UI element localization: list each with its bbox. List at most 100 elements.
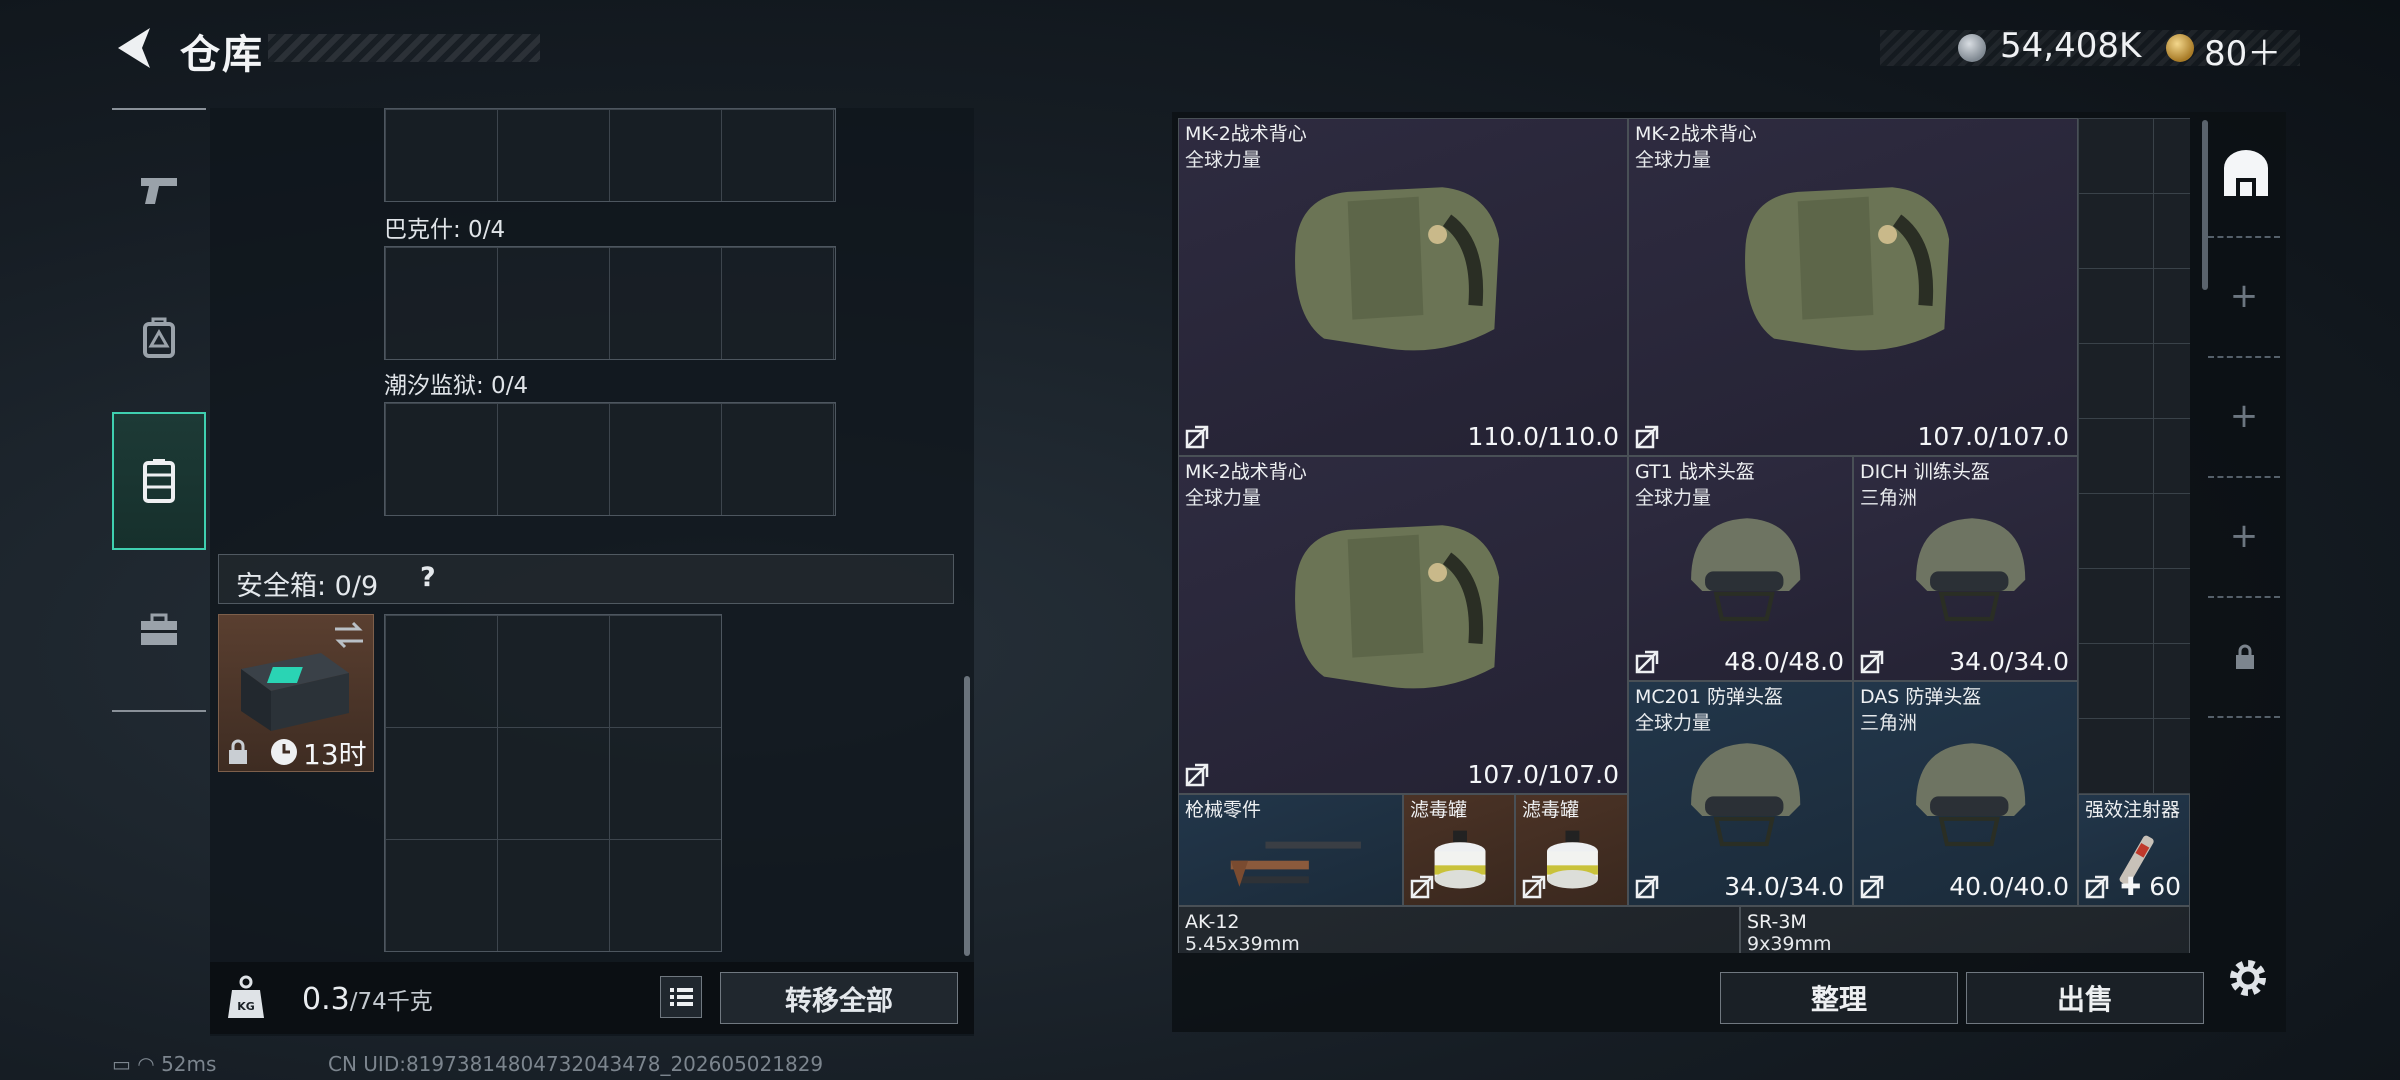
- add-page-button[interactable]: +: [2222, 514, 2266, 558]
- stash-item[interactable]: GT1 战术头盔 全球力量 48.0/48.0: [1628, 456, 1853, 681]
- stash-item[interactable]: 滤毒罐: [1403, 794, 1515, 906]
- locker-icon: [143, 459, 175, 503]
- no-insurance-icon: [1185, 425, 1209, 449]
- no-insurance-icon: [2085, 875, 2109, 899]
- stash-grid[interactable]: MK-2战术背心 全球力量 110.0/110.0 MK-2战术背心 全球力量 107.…: [1178, 118, 2190, 953]
- helmet-image: [1895, 507, 2044, 637]
- page-divider: [2208, 596, 2280, 600]
- item-subtitle: 全球力量: [1185, 149, 1262, 171]
- silver-coin-icon: [1958, 34, 1986, 62]
- ping-value: 52ms: [161, 1052, 217, 1076]
- item-name: 滤毒罐: [1410, 799, 1468, 821]
- locked-page-icon[interactable]: [2234, 644, 2256, 670]
- stash-item[interactable]: DAS 防弹头盔 三角洲 40.0/40.0: [1853, 681, 2078, 906]
- transfer-all-button[interactable]: 转移全部: [720, 972, 958, 1024]
- item-durability: 107.0/107.0: [1467, 760, 1619, 789]
- safe-box-label: 安全箱: 0/9: [236, 571, 379, 602]
- item-name: 强效注射器: [2085, 799, 2181, 821]
- safe-box-item[interactable]: 13时: [218, 614, 374, 772]
- item-count: ✚ 60: [2120, 872, 2181, 901]
- no-insurance-icon: [1860, 650, 1884, 674]
- no-insurance-icon: [1410, 875, 1434, 899]
- swap-icon: [335, 621, 363, 649]
- stash-item[interactable]: MK-2战术背心 全球力量 110.0/110.0: [1178, 118, 1628, 456]
- item-name: SR-3M: [1747, 911, 1807, 933]
- container-label: 潮汐监狱: 0/4: [384, 373, 529, 399]
- container-grid[interactable]: [384, 246, 836, 360]
- no-insurance-icon: [1635, 650, 1659, 674]
- safe-box-timer: 13时: [303, 738, 367, 771]
- back-button[interactable]: [112, 24, 158, 72]
- item-subtitle: 全球力量: [1185, 487, 1262, 509]
- item-durability: 107.0/107.0: [1917, 422, 2069, 451]
- tab-storage[interactable]: [112, 412, 206, 550]
- item-durability: 48.0/48.0: [1724, 647, 1844, 676]
- container-label: 巴克什: 0/4: [384, 217, 506, 243]
- vest-image: [1206, 173, 1584, 366]
- gold-coin-icon: [2166, 34, 2194, 62]
- stash-item[interactable]: DICH 训练头盔 三角洲 34.0/34.0: [1853, 456, 2078, 681]
- stash-item[interactable]: MK-2战术背心 全球力量 107.0/107.0: [1628, 118, 2078, 456]
- item-name: MK-2战术背心: [1185, 461, 1307, 483]
- stash-item[interactable]: AK-12 5.45x39mm: [1178, 906, 1740, 953]
- lock-icon: [229, 739, 247, 764]
- title-decoration: [268, 34, 540, 62]
- helmet-image: [1895, 732, 2044, 862]
- page-divider: [2208, 236, 2280, 240]
- backpack-icon: [143, 317, 175, 358]
- warehouse-icon: [2224, 150, 2268, 196]
- add-page-button[interactable]: +: [2222, 394, 2266, 438]
- item-name: AK-12: [1185, 911, 1240, 933]
- sort-button[interactable]: 整理: [1720, 972, 1958, 1024]
- stash-item[interactable]: MK-2战术背心 全球力量 107.0/107.0: [1178, 456, 1628, 794]
- vest-image: [1206, 511, 1584, 704]
- container-grid[interactable]: [384, 108, 836, 202]
- no-insurance-icon: [1635, 875, 1659, 899]
- tab-tools[interactable]: [112, 580, 206, 680]
- tab-divider: [112, 710, 206, 712]
- tab-weapons[interactable]: [112, 140, 206, 240]
- battery-icon: ▭: [112, 1052, 131, 1076]
- gear-icon: [2230, 960, 2266, 996]
- weight-current: 0.3: [302, 982, 350, 1017]
- item-name: DICH 训练头盔: [1860, 461, 1990, 483]
- weight-icon: KG: [226, 974, 266, 1022]
- scrollbar[interactable]: [964, 676, 970, 956]
- item-subtitle: 全球力量: [1635, 149, 1712, 171]
- helmet-image: [1670, 732, 1819, 862]
- item-name: MC201 防弹头盔: [1635, 686, 1783, 708]
- stash-item[interactable]: 滤毒罐: [1515, 794, 1628, 906]
- money-amount[interactable]: 54,408K: [2000, 26, 2141, 66]
- page-divider: [2208, 716, 2280, 720]
- add-page-button[interactable]: +: [2222, 274, 2266, 318]
- item-subtitle: 5.45x39mm: [1185, 933, 1300, 953]
- plus-icon: ✚: [2120, 872, 2142, 901]
- stash-page-main[interactable]: [2220, 148, 2272, 200]
- status-bar: ▭ ◠ 52ms: [112, 1052, 216, 1076]
- help-button[interactable]: ?: [420, 562, 436, 593]
- wifi-icon: ◠: [137, 1052, 155, 1076]
- clock-icon: [271, 739, 297, 765]
- weight-capacity: /74千克: [349, 989, 433, 1015]
- settings-button[interactable]: [2224, 954, 2272, 1002]
- tab-gear[interactable]: [112, 288, 206, 388]
- item-durability: 34.0/34.0: [1949, 647, 2069, 676]
- helmet-image: [1670, 507, 1819, 637]
- safe-box-grid[interactable]: [384, 614, 722, 952]
- stash-item[interactable]: SR-3M 9x39mm: [1740, 906, 2190, 953]
- sell-button[interactable]: 出售: [1966, 972, 2204, 1024]
- token-amount[interactable]: 80＋: [2204, 26, 2281, 75]
- stash-item[interactable]: 强效注射器 ✚ 60: [2078, 794, 2190, 906]
- vest-image: [1656, 173, 2034, 366]
- stash-item[interactable]: 枪械零件: [1178, 794, 1403, 906]
- item-durability: 40.0/40.0: [1949, 872, 2069, 901]
- stash-item[interactable]: MC201 防弹头盔 全球力量 34.0/34.0: [1628, 681, 1853, 906]
- toolbox-icon: [141, 613, 177, 645]
- item-durability: 110.0/110.0: [1467, 422, 1619, 451]
- list-view-button[interactable]: [660, 976, 702, 1018]
- no-insurance-icon: [1860, 875, 1884, 899]
- page-divider: [2208, 356, 2280, 360]
- weight-value: 0.3/74千克: [302, 982, 433, 1017]
- container-grid[interactable]: [384, 402, 836, 516]
- no-insurance-icon: [1185, 763, 1209, 787]
